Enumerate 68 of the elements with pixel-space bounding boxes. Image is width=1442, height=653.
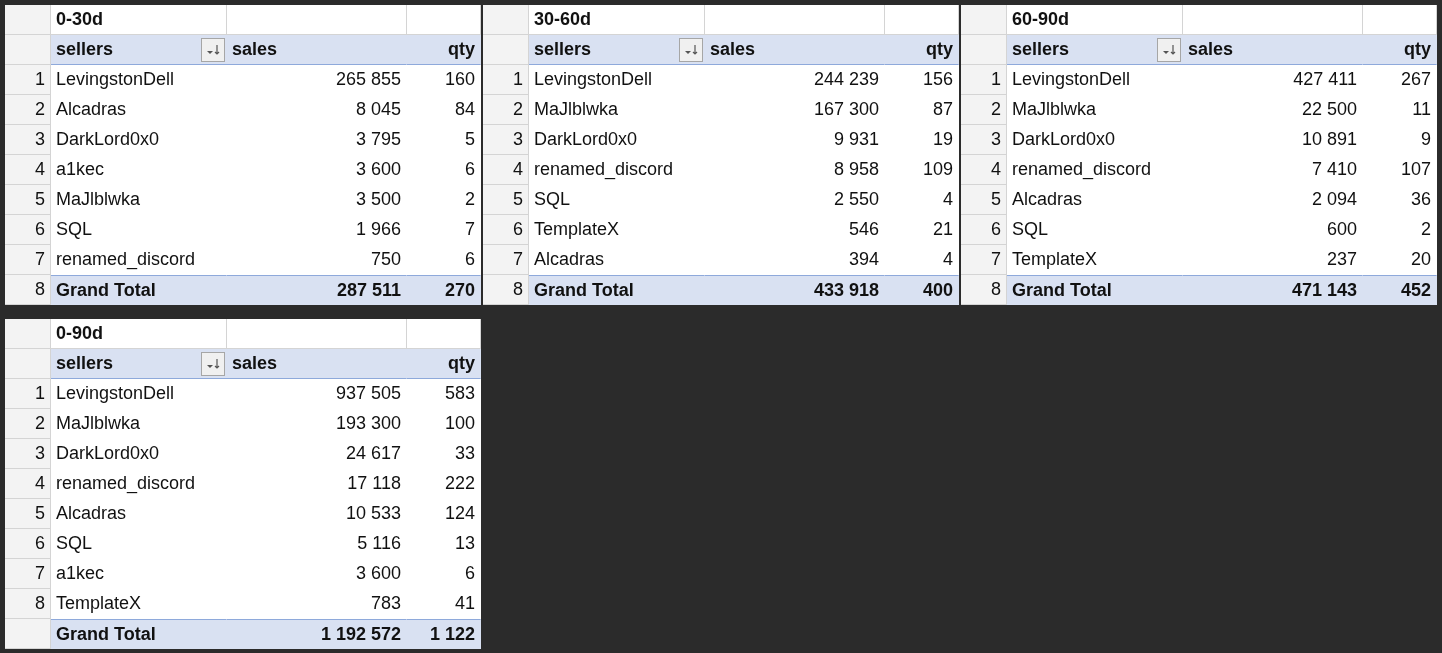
row-number: 2 — [961, 95, 1007, 125]
grand-total-cell: 433 918 — [705, 275, 885, 305]
grand-total-label: Grand Total — [51, 619, 227, 649]
grand-total-label: Grand Total — [51, 275, 227, 305]
grand-total-cell: 400 — [885, 275, 959, 305]
row-number: 6 — [5, 215, 51, 245]
row-number: 8 — [5, 275, 51, 305]
column-header: sales — [1183, 35, 1363, 65]
filter-button[interactable] — [679, 37, 703, 62]
column-header-label: sellers — [534, 39, 592, 60]
row-number: 3 — [961, 125, 1007, 155]
row-number: 7 — [5, 245, 51, 275]
row-number: 1 — [5, 65, 51, 95]
table-title: 0-90d — [51, 319, 227, 349]
column-header: qty — [407, 35, 481, 65]
sort-filter-icon — [683, 42, 699, 57]
row-number: 5 — [5, 185, 51, 215]
row-number: 4 — [961, 155, 1007, 185]
filter-button[interactable] — [201, 351, 225, 376]
row-number: 6 — [483, 215, 529, 245]
row-number: 7 — [5, 559, 51, 589]
row-number: 8 — [483, 275, 529, 305]
filter-button[interactable] — [1157, 37, 1181, 62]
table-title: 30-60d — [529, 5, 705, 35]
grand-total-cell: 1 122 — [407, 619, 481, 649]
row-number: 2 — [483, 95, 529, 125]
sort-filter-icon — [205, 356, 221, 371]
grand-total-label: Grand Total — [1007, 275, 1183, 305]
column-header: sales — [227, 35, 407, 65]
sort-filter-icon — [205, 42, 221, 57]
table-title: 0-30d — [51, 5, 227, 35]
row-number: 3 — [5, 125, 51, 155]
row-number: 7 — [483, 245, 529, 275]
grand-total-label: Grand Total — [529, 275, 705, 305]
column-header-label: sellers — [56, 39, 114, 60]
row-number: 5 — [5, 499, 51, 529]
row-number: 4 — [483, 155, 529, 185]
grand-total-cell: 452 — [1363, 275, 1437, 305]
row-number: 7 — [961, 245, 1007, 275]
row-number: 3 — [5, 439, 51, 469]
row-number: 5 — [483, 185, 529, 215]
row-number: 6 — [5, 529, 51, 559]
column-header: qty — [885, 35, 959, 65]
row-number: 6 — [961, 215, 1007, 245]
row-number: 1 — [483, 65, 529, 95]
column-header: qty — [1363, 35, 1437, 65]
grand-total-cell: 270 — [407, 275, 481, 305]
row-number: 2 — [5, 95, 51, 125]
column-header: sales — [227, 349, 407, 379]
row-number: 1 — [5, 379, 51, 409]
row-number: 4 — [5, 469, 51, 499]
table-title: 60-90d — [1007, 5, 1183, 35]
row-number: 2 — [5, 409, 51, 439]
column-header-label: sellers — [1012, 39, 1070, 60]
column-header: sales — [705, 35, 885, 65]
grand-total-cell: 287 511 — [227, 275, 407, 305]
column-header: qty — [407, 349, 481, 379]
row-number: 5 — [961, 185, 1007, 215]
grand-total-cell: 471 143 — [1183, 275, 1363, 305]
row-number: 1 — [961, 65, 1007, 95]
row-number: 8 — [5, 589, 51, 619]
column-header-label: sellers — [56, 353, 114, 374]
row-number: 8 — [961, 275, 1007, 305]
row-number: 3 — [483, 125, 529, 155]
filter-button[interactable] — [201, 37, 225, 62]
grand-total-cell: 1 192 572 — [227, 619, 407, 649]
row-number: 4 — [5, 155, 51, 185]
sort-filter-icon — [1161, 42, 1177, 57]
